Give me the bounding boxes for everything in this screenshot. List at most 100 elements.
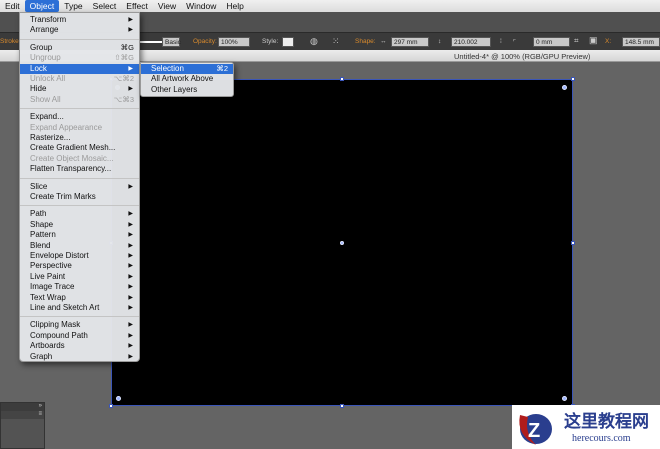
resize-handle[interactable]: [109, 404, 113, 408]
menu-item-expand-appearance[interactable]: Expand Appearance: [20, 123, 139, 133]
menu-select[interactable]: Select: [88, 0, 122, 12]
menu-item-unlock-all[interactable]: Unlock All ⌥⌘2: [20, 74, 139, 84]
menu-item-arrange[interactable]: Arrange ▶: [20, 25, 139, 35]
menu-item-label: Clipping Mask: [30, 320, 81, 330]
menu-object[interactable]: Object: [24, 0, 60, 12]
menu-separator: [20, 38, 139, 40]
submenu-item-other-layers[interactable]: Other Layers: [141, 85, 233, 95]
menu-item-label: Transform: [30, 15, 67, 24]
menu-edit[interactable]: Edit: [0, 0, 25, 12]
submenu-arrow-icon: ▶: [128, 353, 133, 360]
height-field[interactable]: 210.002 mm: [451, 37, 491, 56]
brush-select[interactable]: Basic: [162, 37, 181, 47]
width-field[interactable]: 297 mm: [391, 37, 429, 47]
submenu-arrow-icon: ▶: [128, 305, 133, 311]
shape-label: Shape:: [355, 38, 376, 45]
corner-widget[interactable]: [116, 396, 121, 401]
style-swatch[interactable]: [282, 37, 294, 47]
menu-item-group[interactable]: Group ⌘G: [20, 43, 139, 53]
layers-panel[interactable]: » ≡: [0, 402, 45, 449]
menu-item-label: Ungroup: [30, 53, 61, 63]
opacity-field[interactable]: 100%: [218, 37, 250, 47]
menu-item-text-wrap[interactable]: Text Wrap ▶: [20, 293, 139, 303]
menu-item-label: Line and Sketch Art: [30, 303, 100, 312]
stroke-label: Stroke:: [0, 38, 21, 45]
document-tab[interactable]: Untitled-4* @ 100% (RGB/GPU Preview): [454, 52, 590, 61]
submenu-arrow-icon: ▶: [128, 284, 133, 291]
submenu-arrow-icon: ▶: [128, 65, 133, 72]
align-icon[interactable]: ⁙: [332, 36, 340, 47]
menu-item-create-gradient-mesh[interactable]: Create Gradient Mesh...: [20, 143, 139, 153]
submenu-arrow-icon: ▶: [128, 332, 133, 339]
width-icon: ↔: [380, 38, 387, 45]
menu-effect[interactable]: Effect: [121, 0, 153, 12]
submenu-item-all-artwork-above[interactable]: All Artwork Above: [141, 74, 233, 84]
menu-item-image-trace[interactable]: Image Trace ▶: [20, 282, 139, 292]
corner-widget[interactable]: [562, 396, 567, 401]
menu-item-graph[interactable]: Graph ▶: [20, 352, 139, 362]
menu-item-flatten-transparency[interactable]: Flatten Transparency...: [20, 164, 139, 174]
menu-item-label: Selection: [151, 64, 184, 73]
menu-item-create-trim-marks[interactable]: Create Trim Marks: [20, 192, 139, 202]
menu-item-transform[interactable]: Transform ▶: [20, 15, 139, 25]
menu-view[interactable]: View: [153, 0, 181, 12]
shortcut-label: ⌘G: [120, 42, 134, 52]
menu-item-live-paint[interactable]: Live Paint ▶: [20, 272, 139, 282]
menu-item-lock[interactable]: Lock ▶: [20, 63, 139, 74]
menu-item-show-all[interactable]: Show All ⌥⌘3: [20, 95, 139, 105]
menu-item-rasterize[interactable]: Rasterize...: [20, 133, 139, 143]
transform-icon[interactable]: ⌗: [574, 36, 579, 46]
menu-item-clipping-mask[interactable]: Clipping Mask ▶: [20, 320, 139, 330]
menu-item-compound-path[interactable]: Compound Path ▶: [20, 331, 139, 341]
menu-item-ungroup[interactable]: Ungroup ⇧⌘G: [20, 53, 139, 63]
menu-separator: [20, 316, 139, 318]
menu-item-hide[interactable]: Hide ▶: [20, 84, 139, 94]
resize-handle[interactable]: [340, 77, 344, 81]
resize-handle[interactable]: [340, 404, 344, 408]
submenu-arrow-icon: ▶: [128, 253, 133, 259]
menu-item-pattern[interactable]: Pattern ▶: [20, 230, 139, 240]
menu-item-artboards[interactable]: Artboards ▶: [20, 341, 139, 351]
selected-rectangle[interactable]: [109, 77, 575, 408]
menu-item-shape[interactable]: Shape ▶: [20, 220, 139, 230]
submenu-item-selection[interactable]: Selection ⌘2: [141, 64, 233, 75]
link-icon[interactable]: ⁞: [500, 38, 502, 45]
panel-collapse-icon[interactable]: »: [1, 403, 44, 411]
lock-submenu: Selection ⌘2 All Artwork Above Other Layers: [140, 62, 234, 97]
submenu-arrow-icon: ▶: [128, 211, 133, 218]
menu-item-perspective[interactable]: Perspective ▶: [20, 261, 139, 271]
menu-separator: [20, 205, 139, 207]
menu-item-expand[interactable]: Expand...: [20, 112, 139, 122]
menu-item-label: Graph: [30, 351, 53, 361]
menu-item-slice[interactable]: Slice ▶: [20, 182, 139, 192]
menu-item-label: Perspective: [30, 261, 72, 271]
menu-item-envelope-distort[interactable]: Envelope Distort ▶: [20, 251, 139, 261]
shortcut-label: ⇧⌘G: [114, 53, 134, 63]
menu-item-line-and-sketch-art[interactable]: Line and Sketch Art ▶: [20, 303, 139, 313]
menu-type[interactable]: Type: [59, 0, 87, 12]
shortcut-label: ⌥⌘3: [113, 94, 134, 104]
submenu-arrow-icon: ▶: [128, 294, 133, 301]
x-field[interactable]: 148.5 mm: [622, 37, 660, 47]
resize-handle[interactable]: [571, 241, 575, 245]
corner-widget[interactable]: [562, 85, 567, 90]
corner-icon: ⌜: [513, 39, 517, 46]
menu-item-path[interactable]: Path ▶: [20, 209, 139, 219]
menu-item-label: Expand...: [30, 112, 64, 122]
corner-radius-field[interactable]: 0 mm: [533, 37, 570, 47]
submenu-arrow-icon: ▶: [128, 183, 133, 190]
menu-item-label: Flatten Transparency...: [30, 164, 112, 174]
watermark: Z 这里教程网 herecours.com: [512, 405, 660, 449]
reference-point-icon[interactable]: ▣: [589, 35, 598, 46]
menu-item-blend[interactable]: Blend ▶: [20, 241, 139, 251]
menu-item-label: Text Wrap: [30, 292, 66, 302]
menu-window[interactable]: Window: [181, 0, 221, 12]
menu-item-label: Arrange: [30, 25, 59, 35]
menu-item-label: Other Layers: [151, 84, 198, 94]
style-label: Style:: [262, 38, 279, 45]
menu-item-create-object-mosaic[interactable]: Create Object Mosaic...: [20, 154, 139, 164]
menu-help[interactable]: Help: [221, 0, 248, 12]
panel-menu-icon[interactable]: ≡: [1, 411, 44, 419]
recolor-icon[interactable]: ◍: [310, 36, 318, 47]
resize-handle[interactable]: [571, 77, 575, 81]
